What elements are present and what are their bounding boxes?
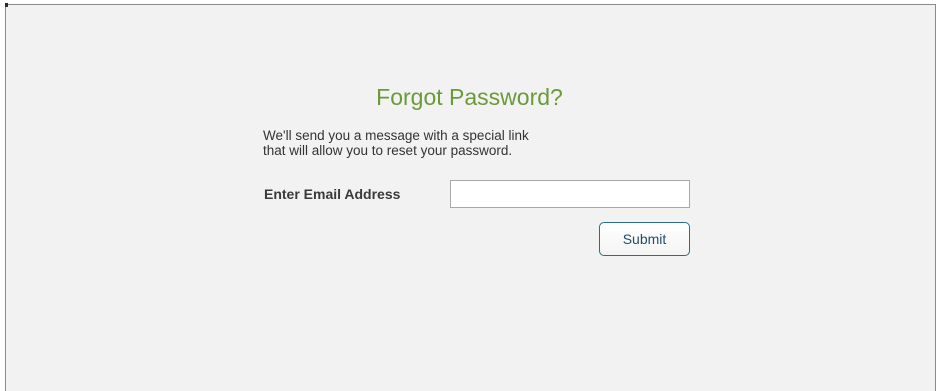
instructions-line-2: that will allow you to reset your passwo… (263, 143, 513, 158)
instructions-text: We'll send you a message with a special … (263, 128, 683, 158)
submit-button[interactable]: Submit (599, 222, 690, 256)
page-title: Forgot Password? (376, 84, 563, 110)
instructions-line-1: We'll send you a message with a special … (263, 128, 529, 143)
panel-corner-mark (5, 3, 8, 7)
email-field[interactable] (450, 180, 690, 208)
email-field-label: Enter Email Address (264, 186, 401, 202)
